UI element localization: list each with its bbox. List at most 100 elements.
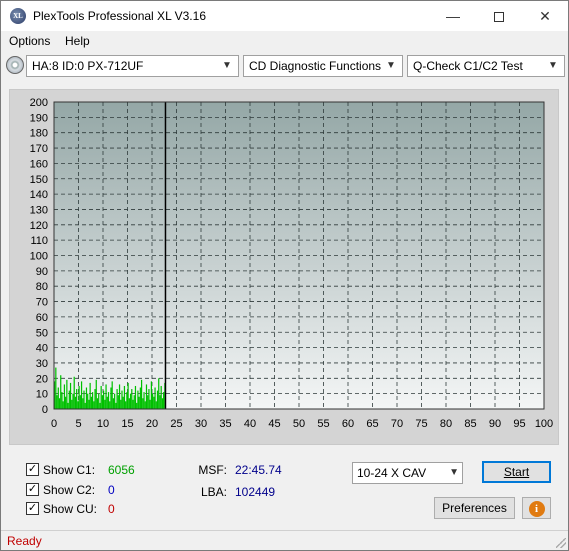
x-tick-label: 45 (268, 418, 280, 430)
test-select-value: Q-Check C1/C2 Test (413, 59, 523, 73)
chevron-down-icon: ▼ (386, 60, 396, 71)
speed-select[interactable]: 10-24 X CAV ▼ (352, 462, 463, 484)
c1-bar (116, 389, 118, 409)
y-tick-label: 80 (36, 281, 48, 293)
c1-bar (107, 392, 110, 409)
show-c2-checkbox[interactable]: ✓ (26, 483, 39, 496)
c1c2-chart: 0102030405060708090100110120130140150160… (30, 97, 554, 430)
c1-bar (114, 393, 116, 409)
c1-bar (90, 396, 92, 409)
y-tick-label: 120 (30, 220, 48, 232)
y-tick-label: 90 (36, 266, 48, 278)
c1-bar (112, 398, 115, 409)
c1-bar (155, 401, 157, 409)
c1-bar (73, 376, 75, 409)
c1-bar (87, 393, 89, 409)
stats-panel: ✓ Show C1: 6056 ✓ Show C2: 0 ✓ Show CU: … (1, 451, 568, 529)
preferences-button[interactable]: Preferences (434, 497, 515, 519)
menu-help[interactable]: Help (65, 34, 90, 48)
c1-bar (140, 379, 143, 409)
c1-bar (118, 384, 121, 409)
c1-bar (74, 396, 77, 409)
x-tick-label: 65 (366, 418, 378, 430)
y-tick-label: 140 (30, 189, 48, 201)
c1-bar (88, 399, 90, 409)
c1-bar (104, 399, 106, 409)
c1-bar (78, 385, 80, 409)
resize-grip-icon[interactable] (556, 538, 566, 548)
c1-bar (115, 402, 117, 409)
c1-bar (76, 389, 78, 409)
c1-bar (60, 375, 62, 409)
y-tick-label: 170 (30, 143, 48, 155)
y-tick-label: 190 (30, 112, 48, 124)
c1-bar (136, 402, 138, 409)
lba-value: 102449 (235, 485, 276, 499)
test-select[interactable]: Q-Check C1/C2 Test ▼ (407, 55, 565, 77)
c1-bar (85, 387, 88, 409)
x-tick-label: 85 (464, 418, 476, 430)
x-tick-label: 20 (146, 418, 158, 430)
x-tick-label: 5 (75, 418, 81, 430)
y-tick-label: 100 (30, 251, 48, 263)
x-tick-label: 50 (293, 418, 305, 430)
c1-bar (125, 401, 127, 409)
c1-count: 6056 (108, 463, 135, 477)
show-cu-checkbox[interactable]: ✓ (26, 502, 39, 515)
c1-bar (100, 385, 102, 409)
c1-bar (111, 381, 113, 409)
app-icon: XL (10, 8, 26, 24)
c1-bar (109, 401, 111, 409)
c1-bar (133, 395, 135, 409)
x-tick-label: 10 (97, 418, 109, 430)
c1-bar (147, 395, 149, 409)
c1-bar (143, 392, 145, 409)
c1-bar (131, 389, 133, 409)
x-tick-label: 60 (342, 418, 354, 430)
c1-bar (149, 399, 151, 409)
c1-bar (122, 396, 124, 409)
y-tick-label: 160 (30, 158, 48, 170)
menu-options[interactable]: Options (9, 34, 50, 48)
c1-bar (77, 401, 79, 409)
y-tick-label: 50 (36, 327, 48, 339)
chevron-down-icon: ▼ (449, 467, 459, 478)
y-tick-label: 200 (30, 97, 48, 109)
c1-bar (80, 381, 83, 409)
function-select[interactable]: CD Diagnostic Functions ▼ (243, 55, 403, 77)
maximize-button[interactable] (476, 1, 522, 31)
info-button[interactable]: i (522, 497, 551, 519)
c1-bar (127, 382, 129, 409)
x-tick-label: 55 (317, 418, 329, 430)
c1-bar (158, 378, 160, 409)
c1-bar (83, 390, 85, 409)
info-icon: i (528, 501, 545, 517)
c1-bar (82, 398, 84, 409)
c1-bar (57, 387, 59, 409)
chevron-down-icon: ▼ (222, 60, 232, 71)
x-tick-label: 30 (195, 418, 207, 430)
chart-panel: 0 10 20 30 40 50 60 70 80 90 100 110 120 130 140 150 160… (9, 89, 559, 445)
y-tick-label: 20 (36, 373, 48, 385)
c1-bar (67, 402, 69, 409)
c1-bar (123, 385, 126, 409)
status-text: Ready (7, 534, 42, 548)
y-tick-label: 110 (30, 235, 48, 247)
start-button[interactable]: Start (482, 461, 551, 483)
c1-bar (163, 392, 165, 409)
c1-bar (161, 398, 164, 409)
c1-bar (62, 401, 64, 409)
c1-bar (137, 390, 139, 409)
x-tick-label: 40 (244, 418, 256, 430)
c1-bar (142, 398, 144, 409)
c1-bar (66, 379, 68, 409)
drive-select[interactable]: HA:8 ID:0 PX-712UF ▼ (26, 55, 239, 77)
c2-count: 0 (108, 483, 115, 497)
close-button[interactable]: ✕ (522, 1, 568, 31)
c1-bar (98, 393, 100, 409)
minimize-button[interactable]: — (430, 1, 476, 31)
cu-count: 0 (108, 502, 115, 516)
c1-bar (103, 390, 105, 409)
msf-label: MSF: (198, 463, 227, 477)
show-c1-checkbox[interactable]: ✓ (26, 463, 39, 476)
